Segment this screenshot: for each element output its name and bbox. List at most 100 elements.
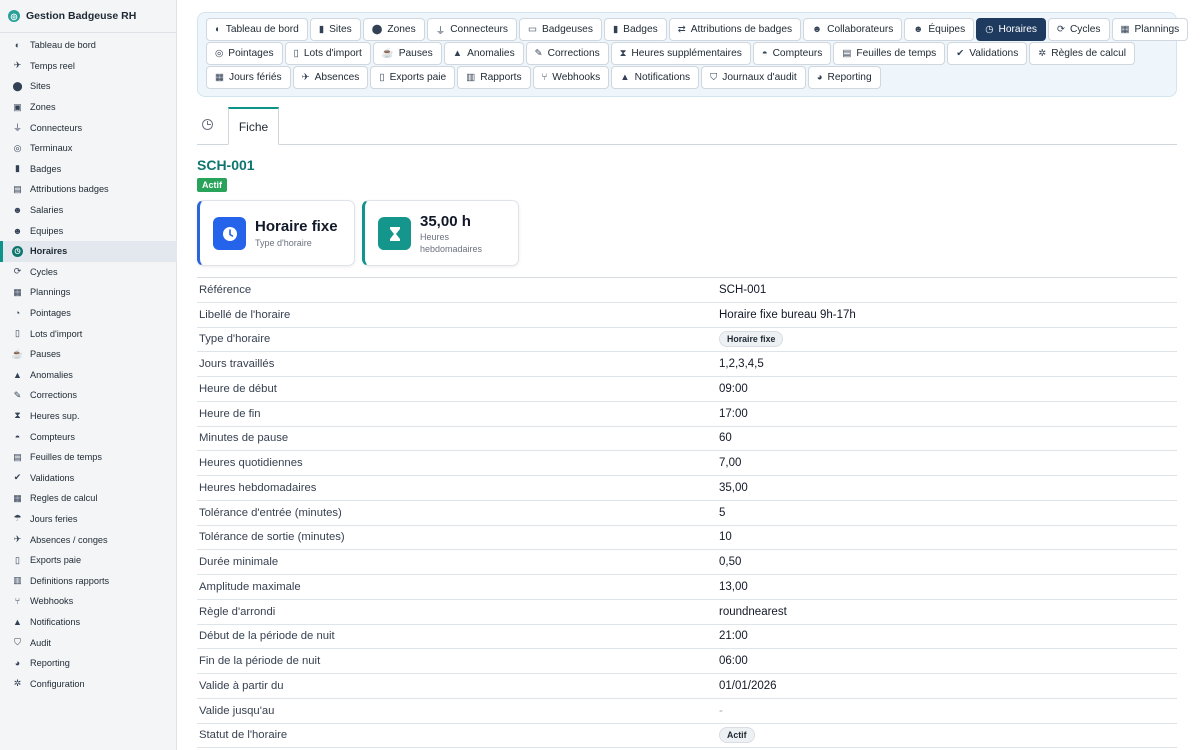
module-tab-reporting[interactable]: ◕ Reporting bbox=[807, 66, 881, 89]
sidebar-item-audit[interactable]: ⛉ Audit bbox=[0, 632, 177, 653]
sidebar-item-jours-feries[interactable]: ☂ Jours feries bbox=[0, 509, 177, 530]
module-tab-notifications[interactable]: ▲ Notifications bbox=[611, 66, 700, 89]
sidebar-item-notifications[interactable]: ▲ Notifications bbox=[0, 612, 177, 633]
sidebar-item-attributions-badges[interactable]: ▤ Attributions badges bbox=[0, 179, 177, 200]
detail-label: Statut de l'horaire bbox=[199, 729, 288, 742]
chart-icon: ▥ bbox=[466, 72, 476, 83]
module-tab-compteurs[interactable]: ◓ Compteurs bbox=[752, 42, 832, 65]
sidebar-item-webhooks[interactable]: ⑂ Webhooks bbox=[0, 591, 177, 612]
module-tab-feuilles-de-temps[interactable]: ▤ Feuilles de temps bbox=[833, 42, 946, 65]
module-tab-label: Anomalies bbox=[467, 48, 515, 59]
module-tab-exports-paie[interactable]: ▯ Exports paie bbox=[370, 66, 456, 89]
detail-row: Heure de fin 17:00 bbox=[197, 402, 1177, 427]
module-tab-connecteurs[interactable]: ⏚ Connecteurs bbox=[426, 18, 517, 41]
sidebar-item-configuration[interactable]: ✲ Configuration bbox=[0, 673, 177, 694]
sidebar-item-equipes[interactable]: ☻ Equipes bbox=[0, 220, 177, 241]
sidebar-item-absences-conges[interactable]: ✈ Absences / conges bbox=[0, 529, 177, 550]
sidebar-item-validations[interactable]: ✔ Validations bbox=[0, 467, 177, 488]
sidebar-item-label: Salaries bbox=[30, 205, 64, 216]
module-tab-zones[interactable]: ⬤ Zones bbox=[362, 18, 425, 41]
app-brand[interactable]: ◎ Gestion Badgeuse RH bbox=[0, 0, 176, 33]
sidebar-item-badges[interactable]: ▮ Badges bbox=[0, 159, 177, 180]
module-tab-label: Pointages bbox=[228, 48, 274, 59]
sidebar-item-zones[interactable]: ▣ Zones bbox=[0, 97, 177, 118]
module-tab-regles-de-calcul[interactable]: ✲ Règles de calcul bbox=[1029, 42, 1136, 65]
module-tab-plannings[interactable]: ▦ Plannings bbox=[1111, 18, 1189, 41]
sidebar-item-corrections[interactable]: ✎ Corrections bbox=[0, 385, 177, 406]
file-export-icon: ▯ bbox=[15, 554, 20, 565]
sidebar-item-pauses[interactable]: ☕ Pauses bbox=[0, 344, 177, 365]
module-tab-pauses[interactable]: ☕ Pauses bbox=[372, 42, 442, 65]
module-tab-sites[interactable]: ▮ Sites bbox=[309, 18, 361, 41]
sidebar-item-temps-reel[interactable]: ✈ Temps reel bbox=[0, 56, 177, 77]
detail-row: Type d'horaire Horaire fixe bbox=[197, 328, 1177, 353]
calendar-icon: ▦ bbox=[13, 286, 22, 297]
module-tab-validations[interactable]: ✔ Validations bbox=[947, 42, 1028, 65]
sidebar-nav: ◐ Tableau de bord ✈ Temps reel ⬤ Sites ▣ Zones ⏚… bbox=[0, 35, 177, 694]
sidebar-item-terminaux[interactable]: ◎ Terminaux bbox=[0, 138, 177, 159]
sidebar-item-compteurs[interactable]: ◓ Compteurs bbox=[0, 426, 177, 447]
details-table: Référence SCH-001 Libellé de l'horaire Hora… bbox=[197, 277, 1177, 749]
hourglass-icon bbox=[378, 217, 411, 250]
module-tab-cycles[interactable]: ⟳ Cycles bbox=[1047, 18, 1110, 41]
sidebar-item-definitions-rapports[interactable]: ▥ Definitions rapports bbox=[0, 570, 177, 591]
sidebar-item-reporting[interactable]: ◕ Reporting bbox=[0, 653, 177, 674]
tablet-icon: ▭ bbox=[527, 24, 537, 35]
sidebar-item-salaries[interactable]: ☻ Salaries bbox=[0, 200, 177, 221]
sidebar-item-plannings[interactable]: ▦ Plannings bbox=[0, 282, 177, 303]
detail-value: 7,00 bbox=[719, 457, 742, 470]
detail-value-cell: 09:00 bbox=[719, 383, 748, 395]
sidebar-item-feuilles-de-temps[interactable]: ▤ Feuilles de temps bbox=[0, 447, 177, 468]
sidebar-item-anomalies[interactable]: ▲ Anomalies bbox=[0, 365, 177, 386]
module-tab-equipes[interactable]: ☻ Équipes bbox=[904, 18, 975, 41]
module-tab-corrections[interactable]: ✎ Corrections bbox=[525, 42, 609, 65]
sidebar-item-pointages[interactable]: ◔ Pointages bbox=[0, 303, 177, 324]
sidebar-item-heures-sup[interactable]: ⧗ Heures sup. bbox=[0, 406, 177, 427]
module-tab-pointages[interactable]: ◎ Pointages bbox=[206, 42, 283, 65]
sidebar-item-label: Webhooks bbox=[30, 596, 74, 607]
detail-label: Référence bbox=[199, 283, 252, 296]
sidebar-item-label: Audit bbox=[30, 637, 51, 648]
coffee-icon: ☕ bbox=[11, 348, 24, 359]
detail-row: Jours travaillés 1,2,3,4,5 bbox=[197, 352, 1177, 377]
module-tab-rapports[interactable]: ▥ Rapports bbox=[457, 66, 531, 89]
module-tab-label: Reporting bbox=[827, 72, 872, 83]
sidebar-item-lots-d-import[interactable]: ▯ Lots d'import bbox=[0, 323, 177, 344]
detail-value-pill: Horaire fixe bbox=[719, 331, 784, 348]
module-tab-heures-supplementaires[interactable]: ⧗ Heures supplémentaires bbox=[610, 42, 751, 65]
sidebar-item-tableau-de-bord[interactable]: ◐ Tableau de bord bbox=[0, 35, 177, 56]
sidebar-item-label: Horaires bbox=[30, 246, 68, 257]
module-tab-tableau-de-bord[interactable]: ◐ Tableau de bord bbox=[206, 18, 308, 41]
module-tab-anomalies[interactable]: ▲ Anomalies bbox=[443, 42, 524, 65]
detail-value: 17:00 bbox=[719, 407, 748, 420]
module-tab-badges[interactable]: ▮ Badges bbox=[603, 18, 667, 41]
sidebar-item-label: Definitions rapports bbox=[30, 575, 110, 586]
module-tab-webhooks[interactable]: ⑂ Webhooks bbox=[532, 66, 610, 89]
sidebar-item-label: Plannings bbox=[30, 287, 71, 298]
module-tab-attributions-de-badges[interactable]: ⇄ Attributions de badges bbox=[668, 18, 802, 41]
module-tab-label: Cycles bbox=[1069, 24, 1101, 35]
module-tab-absences[interactable]: ✈ Absences bbox=[292, 66, 369, 89]
module-tab-badgeuses[interactable]: ▭ Badgeuses bbox=[518, 18, 602, 41]
detail-value: 0,50 bbox=[719, 556, 742, 569]
module-tab-journaux-d-audit[interactable]: ⛉ Journaux d'audit bbox=[701, 66, 806, 89]
sidebar-item-sites[interactable]: ⬤ Sites bbox=[0, 76, 177, 97]
module-tab-collaborateurs[interactable]: ☻ Collaborateurs bbox=[803, 18, 903, 41]
detail-label: Début de la période de nuit bbox=[199, 630, 335, 643]
sidebar-item-cycles[interactable]: ⟳ Cycles bbox=[0, 262, 177, 283]
module-tab-jours-feries[interactable]: ▦ Jours fériés bbox=[206, 66, 291, 89]
module-tab-horaires[interactable]: ◷ Horaires bbox=[976, 18, 1046, 41]
module-tab-lots-d-import[interactable]: ▯ Lots d'import bbox=[284, 42, 371, 65]
detail-value: roundnearest bbox=[719, 605, 787, 618]
module-tab-label: Pauses bbox=[398, 48, 433, 59]
sidebar-item-regles-de-calcul[interactable]: ▦ Regles de calcul bbox=[0, 488, 177, 509]
kpi-value: 35,00 h bbox=[420, 213, 471, 230]
module-tab-label: Feuilles de temps bbox=[856, 48, 937, 59]
sidebar-item-exports-paie[interactable]: ▯ Exports paie bbox=[0, 550, 177, 571]
detail-label: Valide jusqu'au bbox=[199, 704, 275, 717]
sidebar-item-horaires[interactable]: ◷ Horaires bbox=[0, 240, 177, 262]
history-icon[interactable] bbox=[202, 119, 213, 130]
tab-fiche[interactable]: Fiche bbox=[228, 107, 279, 145]
sidebar-item-label: Temps reel bbox=[30, 60, 75, 71]
sidebar-item-connecteurs[interactable]: ⏚ Connecteurs bbox=[0, 117, 177, 138]
